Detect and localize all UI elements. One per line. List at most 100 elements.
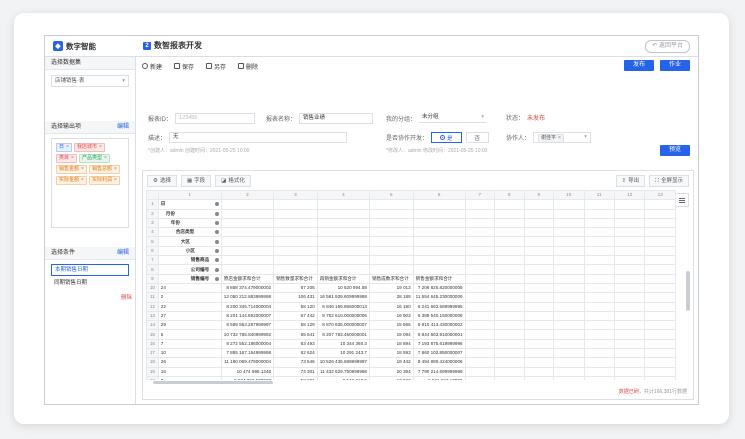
empty-cell[interactable] xyxy=(273,255,318,266)
empty-cell[interactable] xyxy=(523,338,554,350)
empty-cell[interactable] xyxy=(273,264,318,275)
empty-cell[interactable] xyxy=(464,357,496,368)
empty-cell[interactable] xyxy=(412,245,466,257)
value-cell[interactable]: 8 200 345.714000004 xyxy=(220,301,275,312)
close-icon[interactable]: × xyxy=(558,135,561,141)
column-header[interactable]: 13 xyxy=(644,190,676,201)
row-number[interactable]: 12 xyxy=(146,301,159,312)
empty-cell[interactable] xyxy=(583,264,615,275)
empty-cell[interactable] xyxy=(523,264,554,275)
empty-cell[interactable] xyxy=(464,292,496,303)
empty-cell[interactable] xyxy=(583,217,615,229)
field-tag[interactable]: 产品类型 × xyxy=(78,154,110,163)
empty-cell[interactable] xyxy=(613,255,646,266)
empty-cell[interactable] xyxy=(273,208,318,219)
empty-cell[interactable] xyxy=(220,245,275,257)
value-cell[interactable]: 11 190 069.479000004 xyxy=(220,357,275,368)
empty-cell[interactable] xyxy=(523,366,554,377)
close-icon[interactable]: × xyxy=(71,155,74,161)
row-key-cell[interactable]: 8 xyxy=(157,375,222,380)
value-cell[interactable]: 7 206 825.820000008 xyxy=(412,282,466,294)
empty-cell[interactable] xyxy=(552,227,585,238)
dimension-cell[interactable]: 销售商品 xyxy=(157,255,222,266)
format-button[interactable]: ◪ 格式化 xyxy=(215,175,251,187)
empty-cell[interactable] xyxy=(368,227,414,238)
empty-cell[interactable] xyxy=(368,245,414,257)
value-cell[interactable]: 58 120 xyxy=(273,301,318,312)
empty-cell[interactable] xyxy=(368,255,414,266)
column-header[interactable]: 11 xyxy=(583,190,615,201)
empty-cell[interactable] xyxy=(613,292,646,303)
empty-cell[interactable] xyxy=(644,301,676,312)
empty-cell[interactable] xyxy=(644,375,676,380)
empty-cell[interactable] xyxy=(523,282,554,294)
filter-dot-icon[interactable] xyxy=(214,211,219,216)
empty-cell[interactable] xyxy=(644,273,676,284)
empty-cell[interactable] xyxy=(523,357,554,368)
empty-cell[interactable] xyxy=(583,338,615,350)
value-cell[interactable]: 10 344 360.3 xyxy=(316,338,370,350)
save-button[interactable]: 保存 xyxy=(174,62,194,71)
empty-cell[interactable] xyxy=(494,264,525,275)
empty-cell[interactable] xyxy=(523,245,554,257)
dimension-cell[interactable]: 日 xyxy=(157,199,222,210)
empty-cell[interactable] xyxy=(464,227,496,238)
value-cell[interactable]: 7 885 167.154999998 xyxy=(220,348,275,359)
empty-cell[interactable] xyxy=(494,227,525,238)
value-cell[interactable]: 6 910 413.430000002 xyxy=(412,320,466,331)
row-key-cell[interactable]: 10 xyxy=(157,348,222,359)
empty-cell[interactable] xyxy=(644,227,676,238)
empty-cell[interactable] xyxy=(464,366,496,377)
value-cell[interactable]: 67 442 xyxy=(273,310,318,322)
value-cell[interactable]: 16 903 xyxy=(368,310,414,322)
value-cell[interactable]: 62 624 xyxy=(273,348,318,359)
row-number[interactable]: 7 xyxy=(146,255,159,266)
empty-cell[interactable] xyxy=(613,366,646,377)
close-icon[interactable]: × xyxy=(114,177,117,183)
vertical-scrollbar[interactable] xyxy=(686,271,690,311)
empty-cell[interactable] xyxy=(552,329,585,340)
empty-cell[interactable] xyxy=(464,329,496,340)
empty-cell[interactable] xyxy=(464,375,496,380)
empty-cell[interactable] xyxy=(523,375,554,380)
empty-cell[interactable] xyxy=(552,264,585,275)
empty-cell[interactable] xyxy=(368,208,414,219)
empty-cell[interactable] xyxy=(552,217,585,229)
close-icon[interactable]: × xyxy=(66,144,69,150)
empty-cell[interactable] xyxy=(494,255,525,266)
row-number[interactable]: 14 xyxy=(146,320,159,331)
value-cell[interactable]: 7 790 214.699999998 xyxy=(412,366,466,377)
row-number[interactable]: 20 xyxy=(146,375,159,380)
value-cell[interactable]: 18 593 xyxy=(368,348,414,359)
empty-cell[interactable] xyxy=(494,375,525,380)
row-key-cell[interactable]: 5 xyxy=(157,329,222,340)
empty-cell[interactable] xyxy=(220,255,275,266)
empty-cell[interactable] xyxy=(583,320,615,331)
empty-cell[interactable] xyxy=(464,255,496,266)
close-icon[interactable]: × xyxy=(81,166,84,172)
empty-cell[interactable] xyxy=(412,217,466,229)
empty-cell[interactable] xyxy=(316,245,370,257)
empty-cell[interactable] xyxy=(552,310,585,322)
dimension-cell[interactable]: 公司编号 xyxy=(157,264,222,275)
empty-cell[interactable] xyxy=(523,236,554,247)
empty-cell[interactable] xyxy=(583,273,615,284)
empty-cell[interactable] xyxy=(412,227,466,238)
empty-cell[interactable] xyxy=(644,245,676,257)
column-header[interactable]: 7 xyxy=(464,190,496,201)
value-cell[interactable]: 18 894 xyxy=(368,338,414,350)
column-header[interactable] xyxy=(146,190,159,201)
value-cell[interactable]: 20 394 xyxy=(368,366,414,377)
empty-cell[interactable] xyxy=(273,227,318,238)
dimension-cell[interactable]: 年份 xyxy=(157,217,222,229)
filter-dot-icon[interactable] xyxy=(214,276,219,281)
empty-cell[interactable] xyxy=(523,199,554,210)
save-as-button[interactable]: 另存 xyxy=(206,62,226,71)
empty-cell[interactable] xyxy=(494,292,525,303)
value-cell[interactable]: 67 205 xyxy=(273,282,318,294)
empty-cell[interactable] xyxy=(464,320,496,331)
row-number[interactable]: 15 xyxy=(146,329,159,340)
field-button[interactable]: ▦ 字段 xyxy=(180,175,212,187)
row-number[interactable]: 10 xyxy=(146,282,159,294)
empty-cell[interactable] xyxy=(583,375,615,380)
